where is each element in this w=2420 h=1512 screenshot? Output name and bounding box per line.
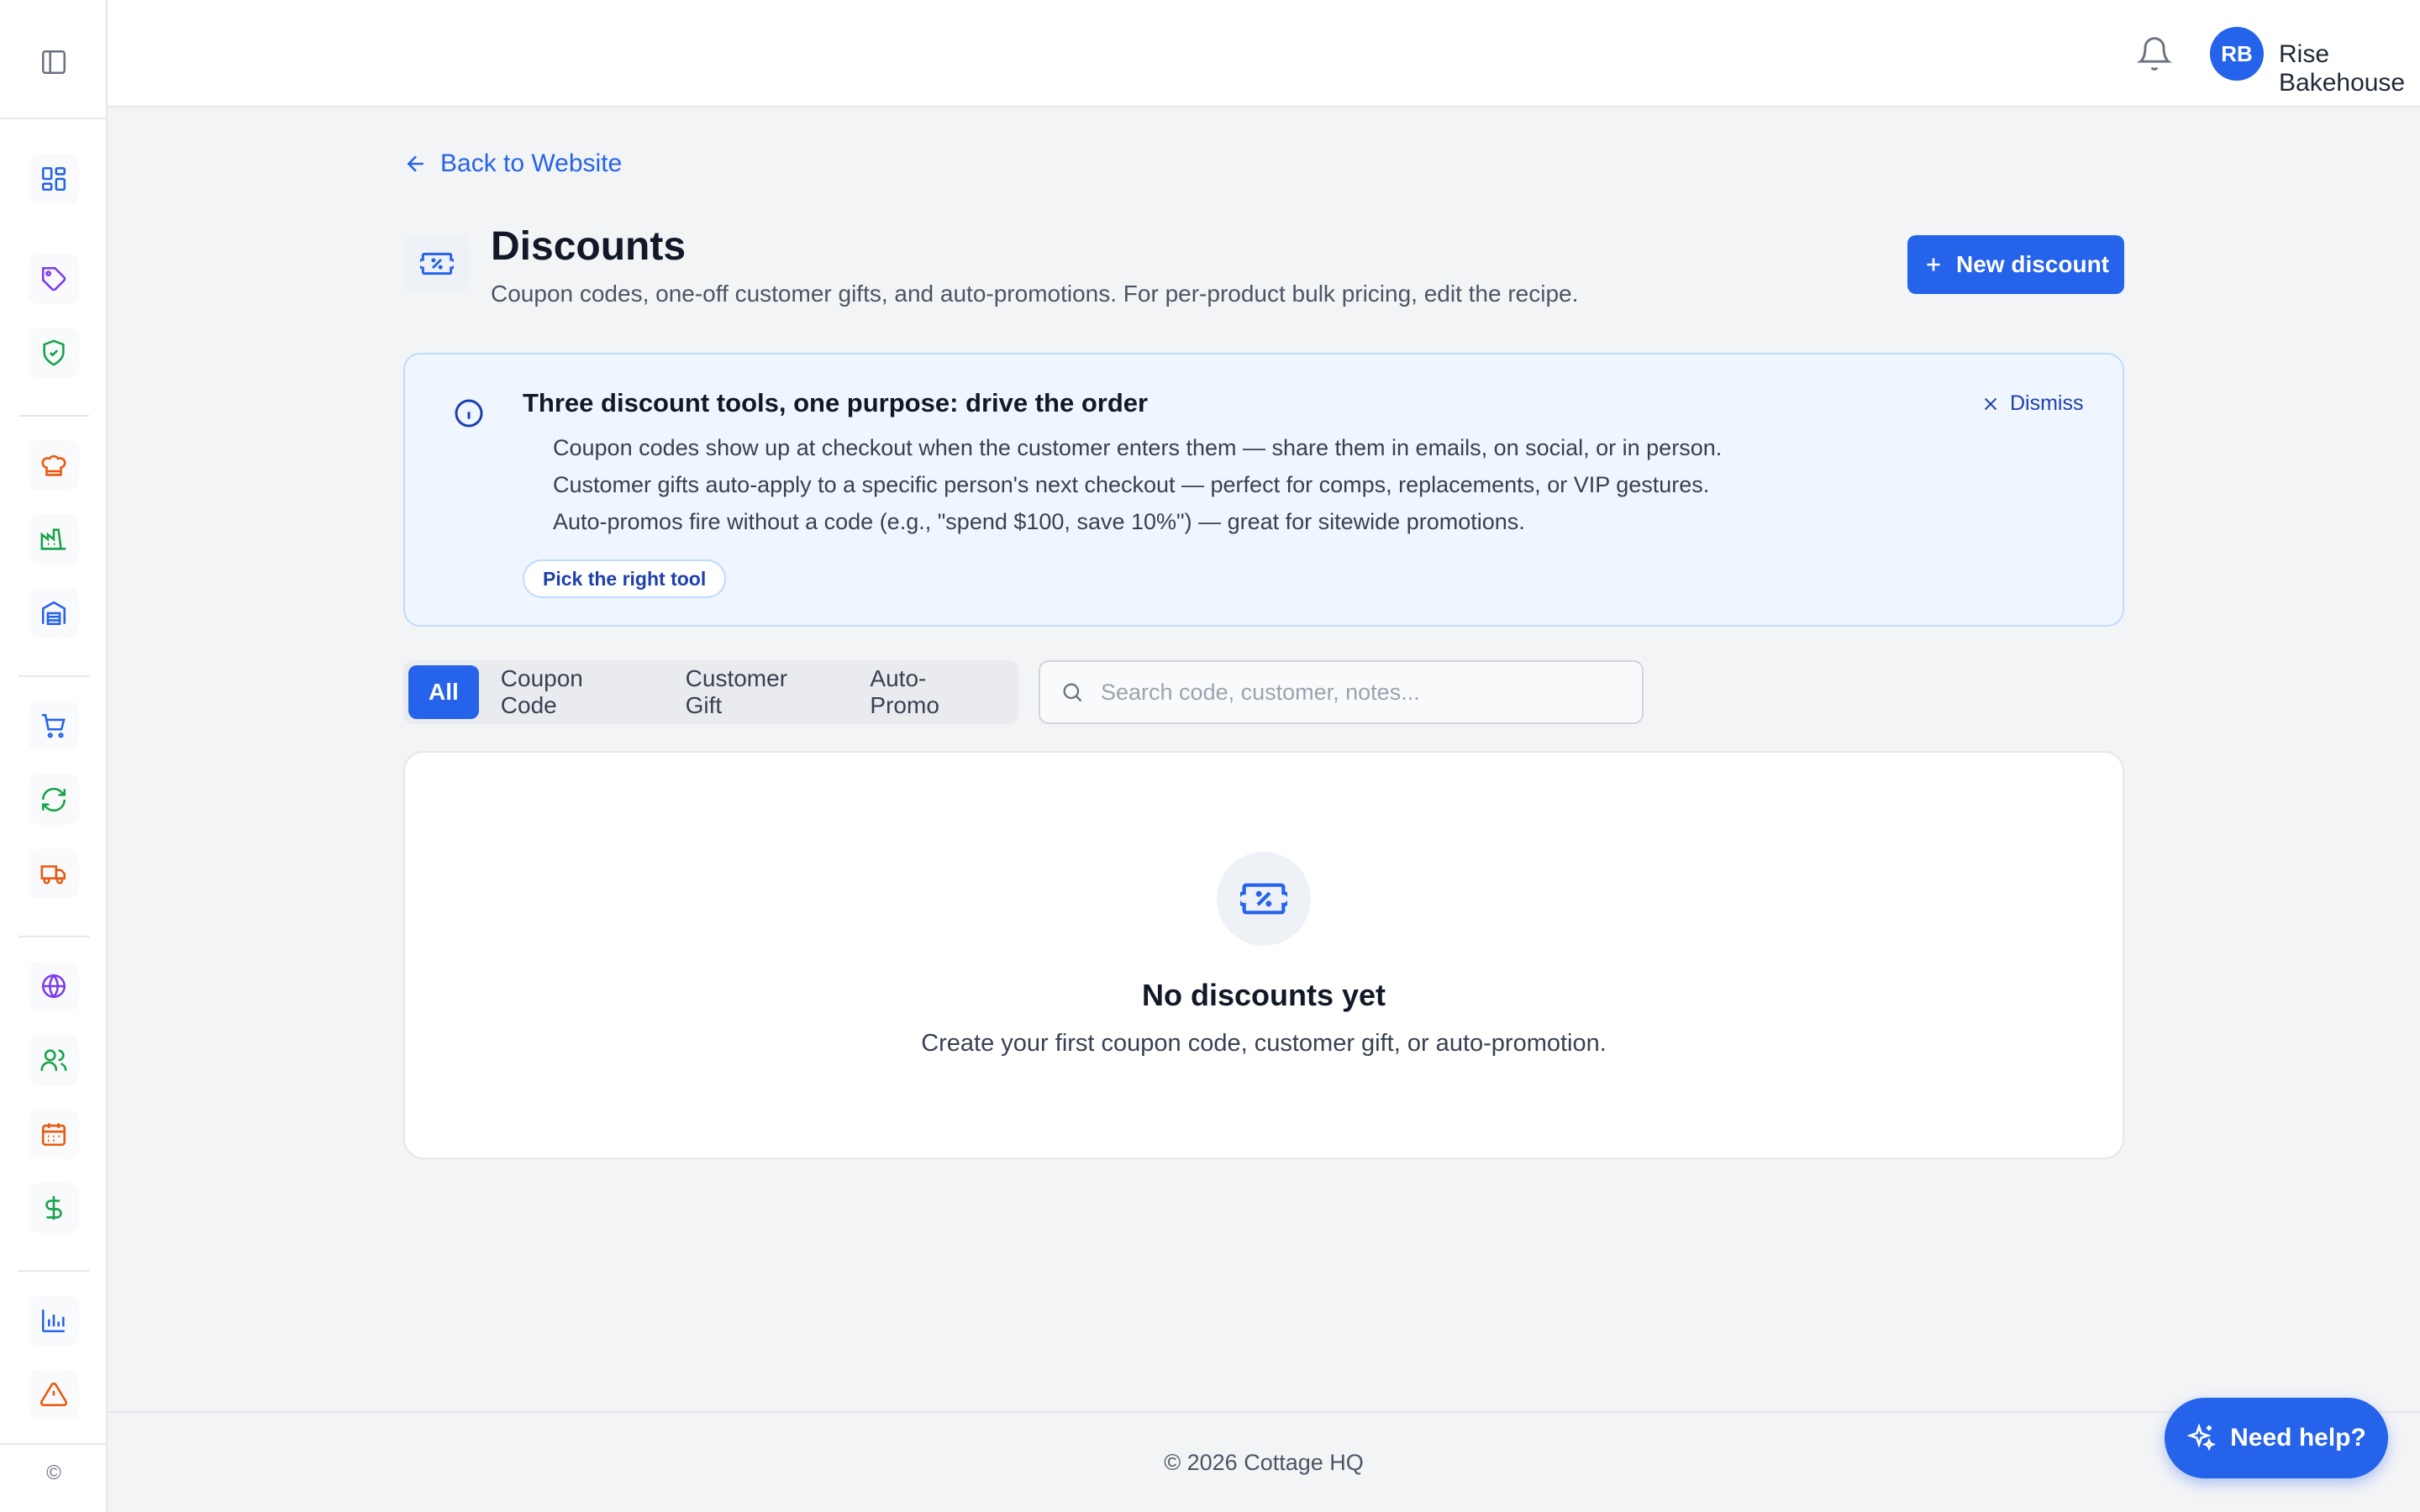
discount-type-tabs: All Coupon Code Customer Gift Auto-Promo bbox=[403, 660, 1018, 724]
sidebar-divider bbox=[18, 675, 89, 677]
sidebar-divider bbox=[18, 415, 89, 417]
footer-copyright: © 2026 Cottage HQ bbox=[1164, 1450, 1364, 1475]
sidebar-divider bbox=[18, 936, 89, 937]
factory-icon bbox=[40, 528, 66, 550]
plus-icon bbox=[1927, 258, 1940, 271]
sidebar-item-production[interactable] bbox=[29, 514, 79, 564]
ticket-percent-icon bbox=[1217, 852, 1311, 946]
dollar-icon bbox=[45, 1195, 62, 1221]
tab-customer-gift[interactable]: Customer Gift bbox=[667, 665, 849, 719]
dismiss-button[interactable]: Dismiss bbox=[1981, 391, 2084, 416]
sidebar-item-subscriptions[interactable] bbox=[29, 774, 79, 825]
tab-auto-promo[interactable]: Auto-Promo bbox=[851, 665, 1013, 719]
refresh-icon bbox=[41, 787, 66, 812]
empty-state-text: Create your first coupon code, customer … bbox=[921, 1030, 1607, 1057]
banner-line-coupon: Coupon codes show up at checkout when th… bbox=[553, 435, 1723, 460]
bell-icon[interactable] bbox=[2136, 35, 2173, 72]
banner-line-gift: Customer gifts auto-apply to a specific … bbox=[553, 472, 1710, 497]
sidebar-divider bbox=[18, 1270, 89, 1272]
page-title: Discounts bbox=[491, 224, 687, 269]
calendar-icon bbox=[41, 1123, 66, 1147]
banner-title: Three discount tools, one purpose: drive… bbox=[523, 388, 1149, 417]
bar-chart-icon bbox=[41, 1310, 65, 1333]
globe-icon bbox=[41, 974, 66, 999]
sidebar-item-inventory[interactable] bbox=[29, 588, 79, 638]
info-banner: Three discount tools, one purpose: drive… bbox=[403, 353, 2124, 627]
sidebar-item-reports[interactable] bbox=[29, 1295, 79, 1346]
sidebar-item-recipes[interactable] bbox=[29, 440, 79, 491]
sidebar: © bbox=[0, 0, 108, 1512]
new-discount-button[interactable]: New discount bbox=[1907, 235, 2124, 294]
back-to-website-link[interactable]: Back to Website bbox=[403, 150, 622, 178]
avatar[interactable]: RB bbox=[2210, 27, 2264, 81]
account-name[interactable]: Rise Bakehouse bbox=[2279, 40, 2420, 97]
back-link-label: Back to Website bbox=[440, 150, 623, 177]
need-help-label: Need help? bbox=[2230, 1424, 2366, 1452]
sidebar-item-customers[interactable] bbox=[29, 1035, 79, 1085]
info-icon bbox=[452, 396, 486, 430]
search-box bbox=[1039, 660, 1644, 724]
truck-icon bbox=[40, 865, 66, 885]
sidebar-item-calendar[interactable] bbox=[29, 1109, 79, 1159]
sidebar-item-orders[interactable] bbox=[29, 701, 79, 751]
need-help-button[interactable]: Need help? bbox=[2165, 1398, 2388, 1478]
sidebar-divider bbox=[0, 118, 108, 119]
sidebar-copyright: © bbox=[46, 1462, 61, 1484]
chef-hat-icon bbox=[41, 454, 66, 476]
sidebar-item-website[interactable] bbox=[29, 961, 79, 1011]
warehouse-icon bbox=[41, 601, 66, 626]
new-discount-label: New discount bbox=[1955, 251, 2109, 277]
ticket-percent-icon bbox=[403, 234, 471, 294]
sidebar-item-finance[interactable] bbox=[29, 1183, 79, 1233]
tab-coupon-code[interactable]: Coupon Code bbox=[482, 665, 664, 719]
sparkles-icon bbox=[2186, 1423, 2217, 1452]
warning-icon bbox=[39, 1382, 68, 1407]
cart-icon bbox=[41, 713, 66, 738]
search-input[interactable] bbox=[1101, 679, 1622, 706]
sidebar-item-delivery[interactable] bbox=[29, 848, 79, 899]
sidebar-toggle-icon[interactable] bbox=[34, 42, 74, 82]
sidebar-item-dashboard[interactable] bbox=[29, 154, 79, 204]
dismiss-label: Dismiss bbox=[2010, 391, 2084, 415]
footer: © 2026 Cottage HQ bbox=[108, 1411, 2420, 1512]
dashboard-grid-icon bbox=[41, 166, 66, 192]
shield-check-icon bbox=[43, 339, 65, 366]
sidebar-item-alerts[interactable] bbox=[29, 1369, 79, 1420]
close-icon bbox=[1984, 397, 1997, 410]
tab-all[interactable]: All bbox=[408, 665, 479, 719]
pick-right-tool-button[interactable]: Pick the right tool bbox=[523, 559, 727, 598]
arrow-left-icon bbox=[407, 155, 424, 172]
top-header: RB Rise Bakehouse bbox=[108, 0, 2420, 108]
page-subtitle: Coupon codes, one-off customer gifts, an… bbox=[491, 281, 1579, 307]
empty-state-title: No discounts yet bbox=[1141, 978, 1386, 1012]
sidebar-divider bbox=[0, 1443, 108, 1445]
sidebar-item-products[interactable] bbox=[29, 254, 79, 304]
search-icon bbox=[1063, 683, 1082, 702]
users-icon bbox=[40, 1049, 67, 1071]
tag-icon bbox=[41, 266, 66, 291]
discounts-empty-state: No discounts yet Create your first coupo… bbox=[403, 751, 2124, 1159]
banner-line-promo: Auto-promos fire without a code (e.g., "… bbox=[553, 509, 1525, 534]
sidebar-item-compliance[interactable] bbox=[29, 328, 79, 378]
